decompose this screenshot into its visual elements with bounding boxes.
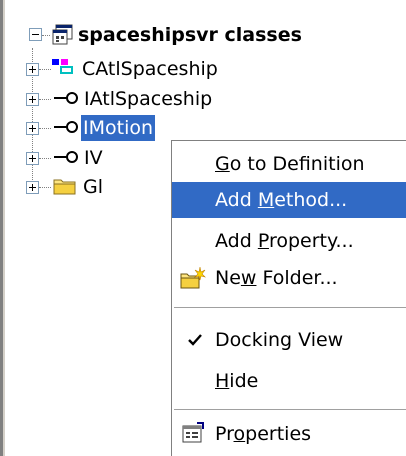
interface-icon xyxy=(54,151,78,163)
checkmark-icon xyxy=(188,334,202,346)
tree-item-label[interactable]: Gl xyxy=(83,174,103,200)
tree-connector xyxy=(42,35,50,37)
new-folder-icon xyxy=(180,266,206,289)
context-menu: Go to Definition Add Method... Add Prope… xyxy=(171,140,406,456)
menu-item-properties[interactable]: Properties xyxy=(172,416,406,452)
menu-item-new-folder[interactable]: New Folder... xyxy=(172,260,406,296)
tree-item-label[interactable]: IAtlSpaceship xyxy=(84,86,212,112)
tree-connector xyxy=(39,187,51,189)
menu-item-label: Docking View xyxy=(215,329,344,351)
folder-icon xyxy=(53,179,76,195)
tree-connector xyxy=(39,128,51,130)
menu-item-add-method[interactable]: Add Method... xyxy=(172,182,406,218)
expand-toggle-icon[interactable] xyxy=(26,181,39,194)
tree-connector xyxy=(39,99,51,101)
tree-item-label-selected[interactable]: IMotion xyxy=(81,115,156,141)
expand-toggle-icon[interactable] xyxy=(26,63,39,76)
expand-toggle-icon[interactable] xyxy=(26,93,39,106)
tree-item-label[interactable]: IV xyxy=(84,145,103,171)
tree-connector xyxy=(39,158,51,160)
class-icon xyxy=(52,59,73,74)
collapse-toggle-icon[interactable] xyxy=(29,28,42,41)
menu-separator-highlight xyxy=(174,410,406,411)
menu-item-label: Properties xyxy=(215,423,312,445)
menu-item-hide[interactable]: Hide xyxy=(172,363,406,399)
tree-root-label[interactable]: spaceshipsvr classes xyxy=(78,22,302,48)
menu-item-label: Add Property... xyxy=(215,230,354,252)
interface-icon xyxy=(54,92,78,104)
interface-icon xyxy=(54,121,78,133)
expand-toggle-icon[interactable] xyxy=(26,152,39,165)
menu-item-docking-view[interactable]: Docking View xyxy=(172,322,406,358)
menu-separator-highlight xyxy=(174,308,406,309)
expand-toggle-icon[interactable] xyxy=(26,122,39,135)
menu-item-go-to-definition[interactable]: Go to Definition xyxy=(172,146,406,182)
menu-item-label: New Folder... xyxy=(215,267,338,289)
class-view-root-icon xyxy=(52,24,73,45)
tree-item-label[interactable]: CAtlSpaceship xyxy=(82,56,218,82)
menu-item-label: Add Method... xyxy=(215,189,348,211)
menu-item-add-property[interactable]: Add Property... xyxy=(172,223,406,259)
tree-connector xyxy=(39,69,51,71)
menu-item-label: Hide xyxy=(215,370,259,392)
menu-item-label: Go to Definition xyxy=(215,153,365,175)
properties-icon xyxy=(182,422,204,443)
